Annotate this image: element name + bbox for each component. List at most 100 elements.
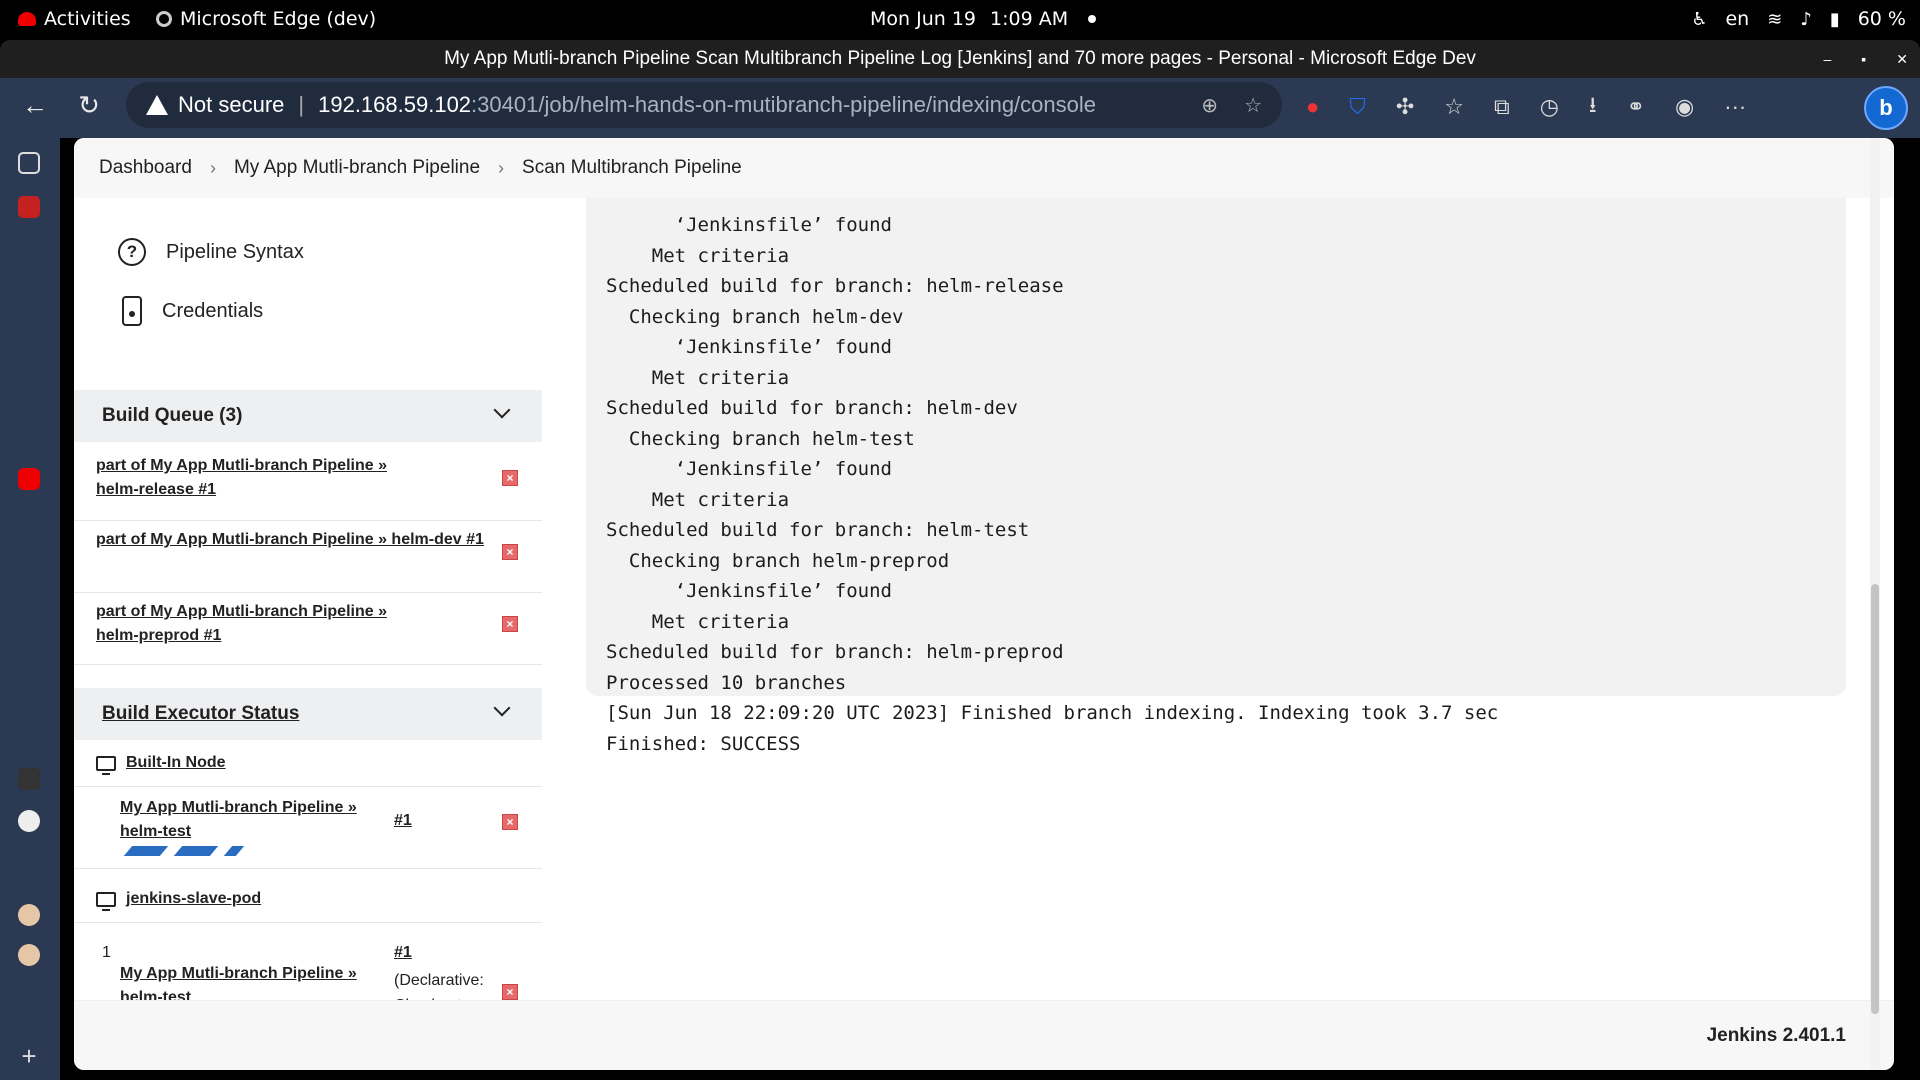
app-menu[interactable]: Microsoft Edge (dev): [156, 8, 376, 30]
activities-button[interactable]: Activities: [18, 8, 131, 30]
console-line: Met criteria: [606, 488, 790, 511]
window-title: My App Mutli-branch Pipeline Scan Multib…: [444, 48, 1476, 69]
console-line: ‘Jenkinsfile’ found: [606, 336, 892, 358]
system-tray[interactable]: ♿ en ≋ ♪ ▮ 60 %: [1691, 8, 1906, 30]
cancel-icon[interactable]: ×: [502, 544, 518, 560]
accessibility-icon[interactable]: ♿: [1691, 9, 1707, 30]
youtube-icon[interactable]: [18, 468, 40, 490]
divider: [74, 520, 542, 521]
clock[interactable]: Mon Jun 19 1:09 AM: [870, 8, 1097, 30]
queue-item[interactable]: part of My App Mutli-branch Pipeline » h…: [96, 600, 426, 648]
credentials-link[interactable]: Credentials: [122, 296, 263, 326]
address-bar[interactable]: Not secure | 192.168.59.102:30401/job/he…: [126, 82, 1282, 128]
extension-icon[interactable]: ●: [1306, 94, 1319, 120]
executor-index: 1: [102, 944, 111, 961]
credentials-label: Credentials: [162, 299, 264, 322]
minimize-icon[interactable]: –: [1824, 40, 1832, 78]
executor-build-link[interactable]: #1: [394, 812, 412, 830]
cancel-icon[interactable]: ×: [502, 470, 518, 486]
jenkins-icon[interactable]: [18, 904, 40, 926]
build-executor-header[interactable]: Build Executor Status: [74, 688, 542, 740]
divider: [74, 592, 542, 593]
node-built-in[interactable]: Built-In Node: [96, 754, 226, 775]
breadcrumb-dashboard[interactable]: Dashboard: [99, 157, 192, 179]
chevron-right-icon: ›: [209, 157, 216, 178]
breadcrumb-pipeline[interactable]: My App Mutli-branch Pipeline: [234, 157, 480, 179]
maximize-icon[interactable]: ▪: [1861, 40, 1866, 78]
close-icon[interactable]: ✕: [1896, 40, 1908, 78]
executor-job-link[interactable]: My App Mutli-branch Pipeline » helm-test: [120, 796, 370, 844]
downloads-icon[interactable]: ⭳: [1589, 88, 1597, 126]
node-jenkins-slave-pod[interactable]: jenkins-slave-pod: [96, 890, 261, 911]
browser-toolbar: ← ↻ Not secure | 192.168.59.102:30401/jo…: [0, 78, 1920, 138]
credentials-icon: [122, 296, 142, 326]
system-top-bar: Activities Microsoft Edge (dev) Mon Jun …: [0, 0, 1920, 40]
build-queue-header[interactable]: Build Queue (3): [74, 390, 542, 442]
wifi-icon: ≋: [1767, 8, 1783, 30]
favorites-icon[interactable]: ☆: [1444, 94, 1464, 120]
queue-item[interactable]: part of My App Mutli-branch Pipeline » h…: [96, 528, 516, 552]
build-queue-title: Build Queue (3): [102, 405, 243, 426]
warning-icon: [146, 95, 168, 115]
profile-icon[interactable]: ◉: [1675, 94, 1694, 120]
jenkins-active-icon[interactable]: [18, 944, 40, 966]
divider: [74, 786, 542, 787]
language-indicator[interactable]: en: [1725, 8, 1749, 30]
executor-build-link[interactable]: #1: [394, 944, 412, 962]
console-line: Checking branch helm-test: [606, 427, 915, 450]
tab-actions-icon[interactable]: [18, 152, 40, 174]
volume-icon: ♪: [1800, 8, 1812, 30]
computer-icon: [96, 755, 116, 775]
htg-icon[interactable]: [18, 768, 40, 790]
cancel-icon[interactable]: ×: [502, 814, 518, 830]
notification-dot-icon: [1088, 15, 1097, 23]
node-name[interactable]: jenkins-slave-pod: [126, 890, 261, 908]
node-name[interactable]: Built-In Node: [126, 754, 226, 772]
security-label[interactable]: Not secure: [178, 92, 284, 118]
refresh-icon[interactable]: ↻: [72, 90, 106, 121]
collections-icon[interactable]: ⧉: [1494, 94, 1510, 120]
battery-level: 60 %: [1857, 8, 1906, 30]
page-scrollbar[interactable]: [1870, 138, 1880, 1070]
pipeline-syntax-link[interactable]: ? Pipeline Syntax: [118, 238, 304, 266]
console-line: Scheduled build for branch: helm-test: [606, 519, 1030, 541]
console-line: ‘Jenkinsfile’ found: [606, 458, 892, 480]
clock-time: 1:09 AM: [990, 8, 1069, 30]
breadcrumb-scan[interactable]: Scan Multibranch Pipeline: [522, 157, 742, 179]
edge-app-icon: [156, 11, 172, 27]
more-icon[interactable]: ···: [1724, 94, 1746, 120]
battery-icon: ▮: [1829, 8, 1840, 30]
build-executor-title[interactable]: Build Executor Status: [102, 703, 299, 725]
back-icon[interactable]: ←: [18, 90, 52, 121]
console-line: Finished: SUCCESS: [606, 732, 801, 755]
chevron-down-icon[interactable]: [493, 699, 511, 717]
add-favorite-icon[interactable]: ☆: [1244, 93, 1262, 118]
console-line: Checking branch helm-dev: [606, 305, 904, 328]
divider: [74, 922, 542, 923]
console-line: Met criteria: [606, 244, 790, 267]
gmail-icon[interactable]: [18, 196, 40, 218]
jenkins-version[interactable]: Jenkins 2.401.1: [1707, 1025, 1846, 1047]
queue-item[interactable]: part of My App Mutli-branch Pipeline » h…: [96, 454, 426, 502]
shield-extension-icon[interactable]: ⛉: [1349, 94, 1366, 120]
chevron-down-icon[interactable]: [493, 401, 511, 419]
scrollbar-thumb[interactable]: [1871, 584, 1879, 1014]
url-host: 192.168.59.102: [318, 92, 472, 117]
github-icon[interactable]: [18, 810, 40, 832]
window-title-bar: My App Mutli-branch Pipeline Scan Multib…: [0, 40, 1920, 78]
computer-icon: [96, 891, 116, 911]
add-sidebar-icon[interactable]: +: [18, 1043, 40, 1069]
address-separator: |: [298, 92, 305, 117]
extensions-icon[interactable]: ✣: [1396, 94, 1414, 120]
footer: Jenkins 2.401.1: [74, 1000, 1894, 1070]
console-line: [Sun Jun 18 22:09:20 UTC 2023] Finished …: [606, 702, 1499, 724]
cancel-icon[interactable]: ×: [502, 984, 518, 1000]
history-icon[interactable]: ◷: [1540, 94, 1559, 120]
cancel-icon[interactable]: ×: [502, 616, 518, 632]
performance-icon[interactable]: ⚭: [1627, 94, 1645, 120]
bing-copilot-icon[interactable]: b: [1864, 86, 1908, 130]
help-icon: ?: [118, 238, 146, 266]
divider: [74, 868, 542, 869]
divider: [74, 664, 542, 665]
zoom-icon[interactable]: ⊕: [1201, 93, 1218, 118]
